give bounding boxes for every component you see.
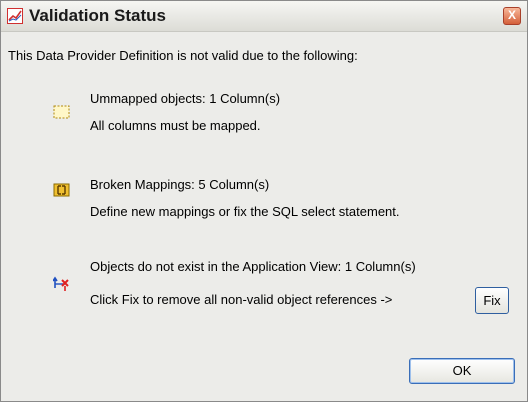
broken-mapping-icon: [53, 183, 70, 202]
missing-objects-detail: Click Fix to remove all non-valid object…: [90, 292, 393, 307]
chart-line-icon: [7, 8, 23, 24]
dialog-title: Validation Status: [29, 6, 166, 25]
broken-mappings-detail: Define new mappings or fix the SQL selec…: [90, 204, 400, 219]
unmapped-objects-icon: [53, 105, 70, 124]
missing-objects-icon: [52, 276, 71, 297]
close-button[interactable]: X: [503, 7, 521, 25]
unmapped-objects-heading: Ummapped objects: 1 Column(s): [90, 91, 281, 106]
intro-text: This Data Provider Definition is not val…: [8, 48, 358, 63]
missing-objects-heading: Objects do not exist in the Application …: [90, 259, 416, 274]
ok-button[interactable]: OK: [409, 358, 515, 384]
validation-status-dialog: Validation Status X This Data Provider D…: [0, 0, 528, 402]
title-bar[interactable]: Validation Status X: [1, 1, 527, 32]
unmapped-objects-detail: All columns must be mapped.: [90, 118, 261, 133]
broken-mappings-heading: Broken Mappings: 5 Column(s): [90, 177, 270, 192]
fix-button[interactable]: Fix: [475, 287, 509, 314]
